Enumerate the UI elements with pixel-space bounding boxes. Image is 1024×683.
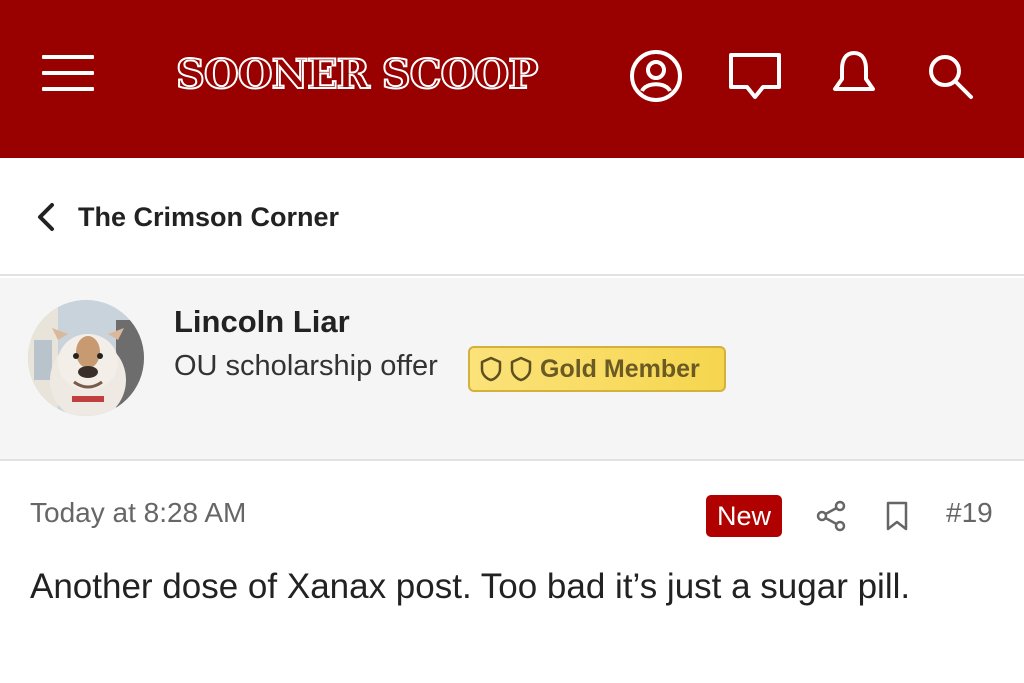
bookmark-button[interactable]: [882, 499, 912, 533]
user-title: OU scholarship offer: [174, 350, 438, 382]
search-icon: [929, 55, 973, 99]
post-meta: Today at 8:28 AM New #19: [0, 463, 1024, 563]
post-content: Another dose of Xanax post. Too bad it’s…: [30, 567, 911, 606]
username[interactable]: Lincoln Liar: [174, 304, 350, 340]
share-button[interactable]: [814, 499, 848, 533]
post-number-link[interactable]: #19: [946, 497, 993, 529]
bookmark-icon: [886, 501, 908, 531]
account-button[interactable]: [628, 48, 684, 104]
bulldog-avatar-image: [28, 300, 144, 416]
shield-icon: [510, 356, 532, 382]
post-author-bar: Lincoln Liar OU scholarship offer Gold M…: [0, 278, 1024, 461]
gold-member-badge: Gold Member: [468, 346, 726, 392]
new-badge: New: [706, 495, 782, 537]
bell-icon: [833, 51, 875, 91]
site-header: SOONER SCOOP: [0, 0, 1024, 158]
alerts-button[interactable]: [826, 46, 882, 102]
shield-icon: [480, 356, 502, 382]
forum-name: The Crimson Corner: [78, 201, 340, 232]
chat-icon: [729, 53, 781, 99]
chevron-left-icon: [38, 203, 54, 231]
profile-icon: [630, 50, 682, 102]
badge-label: Gold Member: [540, 354, 700, 383]
search-button[interactable]: [922, 48, 978, 104]
breadcrumb: The Crimson Corner: [0, 158, 1024, 276]
back-to-forum-link[interactable]: The Crimson Corner: [36, 200, 339, 234]
hamburger-menu-icon: [42, 55, 94, 91]
site-logo[interactable]: SOONER SCOOP: [175, 44, 539, 104]
menu-button[interactable]: [38, 50, 98, 96]
post-timestamp[interactable]: Today at 8:28 AM: [30, 497, 246, 529]
share-icon: [816, 500, 846, 532]
messages-button[interactable]: [726, 48, 784, 104]
avatar[interactable]: [28, 300, 144, 416]
